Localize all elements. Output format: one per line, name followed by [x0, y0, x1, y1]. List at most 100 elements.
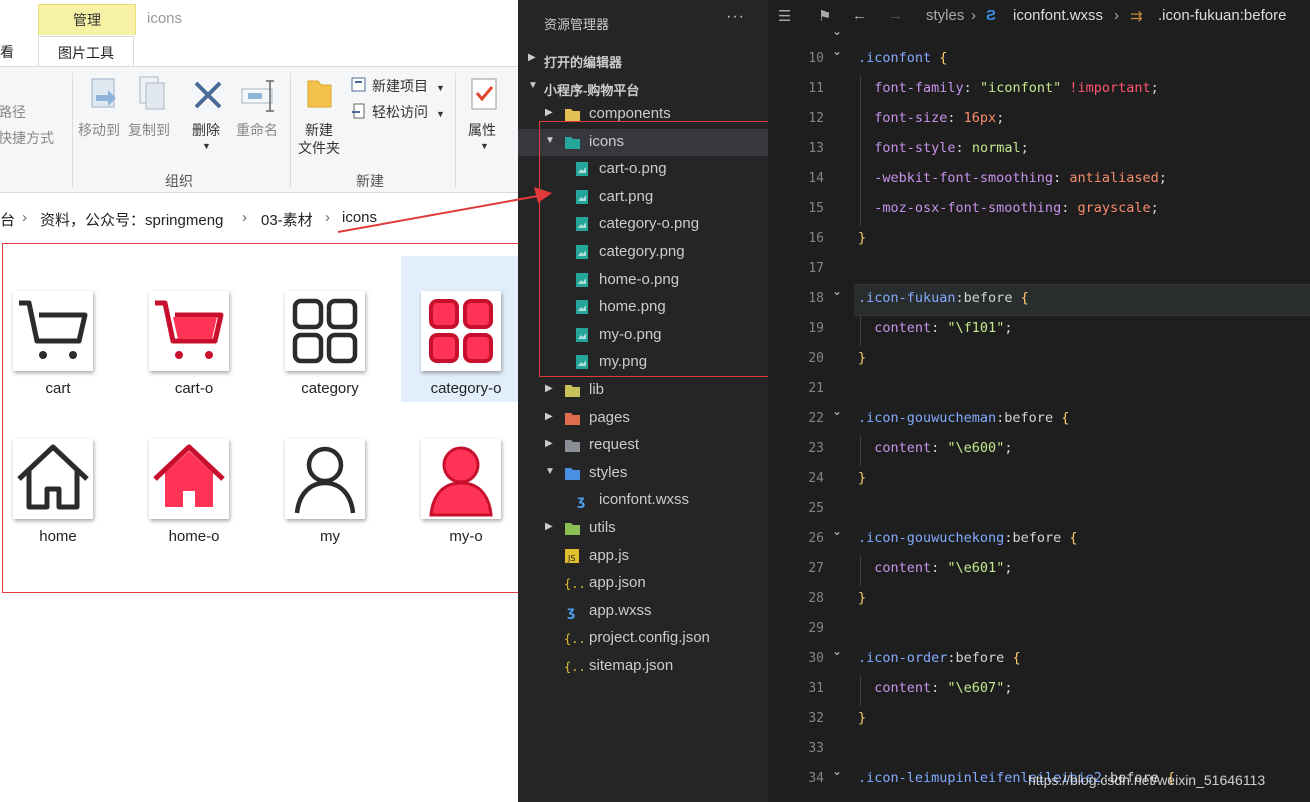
code-line[interactable]: } [858, 590, 866, 606]
code-line[interactable]: font-family: "iconfont" !important; [858, 80, 1159, 96]
home-filled-icon [149, 439, 229, 519]
section-open-editors[interactable]: ▶ 打开的编辑器 [518, 47, 768, 73]
breadcrumb-folder[interactable]: styles [926, 7, 964, 24]
code-token: { [939, 50, 948, 66]
chevron-right-icon[interactable]: ▶ [545, 411, 553, 422]
context-tab-manage[interactable]: 管理 [38, 4, 136, 35]
fold-arrow-icon[interactable]: ⌄ [832, 44, 842, 58]
new-item-button[interactable]: 新建项目 [372, 77, 428, 95]
fold-arrow-icon[interactable]: ⌄ [832, 24, 842, 38]
user-outline-icon [285, 439, 365, 519]
chevron-right-icon[interactable]: ▶ [545, 107, 553, 118]
tree-item[interactable]: {..} project.config.json [518, 625, 768, 652]
tree-item[interactable]: ▶ pages [518, 405, 768, 432]
cart-filled-icon [149, 291, 229, 371]
file-item-my[interactable]: my [275, 404, 395, 554]
breadcrumb-item[interactable]: 台 [0, 209, 15, 230]
tree-item[interactable]: ʒ iconfont.wxss [518, 487, 768, 514]
chevron-right-icon[interactable]: ▶ [545, 521, 553, 532]
file-item-home-o[interactable]: home-o [139, 404, 259, 554]
address-bar[interactable]: 台 › 资料，公众号：springmeng › 03-素材 › icons [0, 203, 518, 233]
breadcrumb-item[interactable]: 资料，公众号：springmeng [40, 209, 223, 230]
breadcrumb-item-current[interactable]: icons [342, 209, 377, 226]
chevron-right-icon[interactable]: ▶ [545, 383, 553, 394]
tree-item[interactable]: ʒ app.wxss [518, 598, 768, 625]
code-line[interactable]: content: "\f101"; [858, 320, 1012, 336]
tree-item[interactable]: ▶ request [518, 432, 768, 459]
fold-arrow-icon[interactable]: ⌄ [832, 644, 842, 658]
file-item-label: category-o [430, 380, 502, 397]
chevron-down-icon[interactable]: ▼ [545, 466, 555, 477]
code-token: { [1012, 650, 1021, 666]
tree-item[interactable]: {..} sitemap.json [518, 653, 768, 680]
code-token: -webkit-font-smoothing [858, 170, 1054, 186]
tree-item[interactable]: ▶ lib [518, 377, 768, 404]
breadcrumb-chevron-icon[interactable]: › [325, 209, 330, 226]
breadcrumb-chevron-icon[interactable]: › [242, 209, 247, 226]
breadcrumb-item[interactable]: 03-素材 [261, 209, 313, 230]
file-item-label: cart [45, 380, 71, 397]
file-item-category-o[interactable]: category-o [401, 256, 518, 402]
properties-dropdown-icon[interactable]: ▼ [480, 137, 489, 155]
breadcrumb-symbol[interactable]: .icon-fukuan:before [1158, 7, 1286, 24]
more-actions-button[interactable]: ··· [726, 8, 745, 26]
file-item-cart[interactable]: cart [3, 256, 123, 406]
tree-item[interactable]: JS app.js [518, 543, 768, 570]
code-line[interactable]: content: "\e600"; [858, 440, 1012, 456]
code-line[interactable]: -moz-osx-font-smoothing: grayscale; [858, 200, 1159, 216]
copy-to-button[interactable]: 复制到 [128, 121, 170, 139]
tree-item[interactable]: ▶ utils [518, 515, 768, 542]
code-line[interactable]: font-size: 16px; [858, 110, 1004, 126]
file-item-home[interactable]: home [3, 404, 123, 554]
forward-arrow-icon[interactable]: → [888, 7, 903, 24]
fold-arrow-icon[interactable]: ⌄ [832, 524, 842, 538]
fold-arrow-icon[interactable]: ⌄ [832, 404, 842, 418]
back-arrow-icon[interactable]: ← [852, 7, 867, 24]
file-item-my-o[interactable]: my-o [411, 404, 518, 554]
code-line[interactable]: .icon-order:before { [858, 650, 1021, 666]
line-number: 34 [808, 771, 824, 786]
code-line[interactable]: .icon-gouwuchekong:before { [858, 530, 1078, 546]
fold-arrow-icon[interactable]: ⌄ [832, 764, 842, 778]
code-token: 16px [963, 110, 997, 126]
code-token: "\e600" [947, 440, 1005, 456]
code-line[interactable]: .icon-fukuan:before { [858, 290, 1029, 306]
tab-picture-tools[interactable]: 图片工具 [38, 36, 134, 66]
easy-access-button[interactable]: 轻松访问 [372, 103, 428, 121]
cart-outline-icon [13, 291, 93, 371]
chevron-right-icon[interactable]: ▶ [545, 438, 553, 449]
section-project[interactable]: ▼ 小程序-购物平台 [518, 75, 768, 101]
code-line[interactable]: .iconfont { [858, 50, 947, 66]
list-icon[interactable]: ☰ [778, 7, 791, 25]
file-item-category[interactable]: category [275, 256, 395, 406]
new-folder-button[interactable]: 新建 文件夹 [298, 121, 340, 157]
file-item-cart-o[interactable]: cart-o [139, 256, 259, 406]
new-item-dropdown-icon[interactable]: ▼ [436, 79, 445, 97]
ribbon-separator [72, 73, 73, 187]
tree-item[interactable]: ▼ styles [518, 460, 768, 487]
easy-access-dropdown-icon[interactable]: ▼ [436, 105, 445, 123]
code-line[interactable]: content: "\e601"; [858, 560, 1012, 576]
code-line[interactable]: content: "\e607"; [858, 680, 1012, 696]
delete-dropdown-icon[interactable]: ▼ [202, 137, 211, 155]
code-line[interactable]: } [858, 710, 866, 726]
move-to-button[interactable]: 移动到 [78, 121, 120, 139]
code-line[interactable]: } [858, 470, 866, 486]
code-token: : [947, 110, 964, 126]
code-line[interactable]: -webkit-font-smoothing: antialiased; [858, 170, 1167, 186]
ribbon-shortcut-label[interactable]: 快捷方式 [0, 129, 54, 147]
rename-button[interactable]: 重命名 [236, 121, 278, 139]
bookmark-icon[interactable]: ⚑ [818, 7, 831, 25]
code-line[interactable]: } [858, 350, 866, 366]
tab-view[interactable]: 查看 [0, 36, 14, 66]
breadcrumb-chevron-icon[interactable]: › [22, 209, 27, 226]
code-token: .icon-fukuan [858, 290, 956, 306]
breadcrumb-file[interactable]: iconfont.wxss [1013, 7, 1103, 24]
code-line[interactable]: .icon-gouwucheman:before { [858, 410, 1069, 426]
code-line[interactable]: } [858, 230, 866, 246]
ribbon-path-label[interactable]: 路径 [0, 103, 26, 121]
code-token: grayscale [1077, 200, 1151, 216]
tree-item[interactable]: {..} app.json [518, 570, 768, 597]
code-line[interactable]: font-style: normal; [858, 140, 1028, 156]
fold-arrow-icon[interactable]: ⌄ [832, 284, 842, 298]
